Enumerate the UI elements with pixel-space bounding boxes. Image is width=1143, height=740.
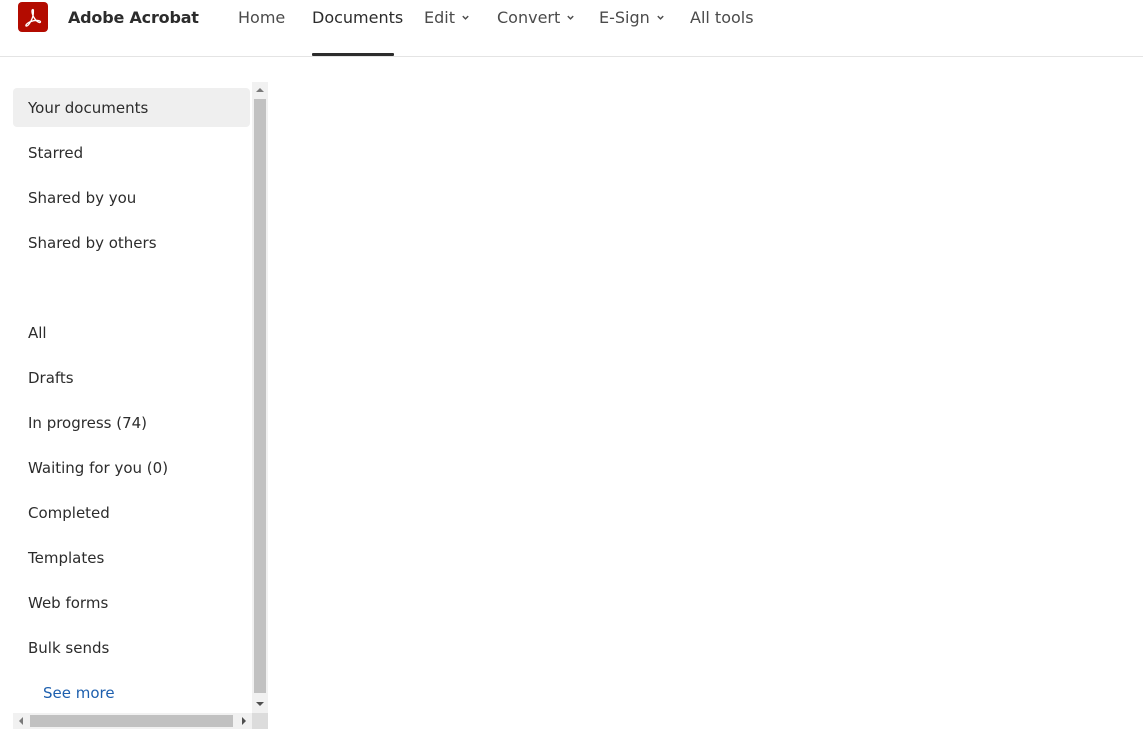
chevron-down-icon [657, 15, 664, 20]
nav-esign-label: E-Sign [599, 8, 650, 27]
active-tab-indicator [312, 53, 394, 56]
sidebar-item-web-forms[interactable]: Web forms [13, 583, 250, 622]
sidebar-item-label: Starred [28, 143, 84, 162]
sidebar-item-waiting-for-you[interactable]: Waiting for you (0) [13, 448, 250, 487]
sidebar-horizontal-scrollbar[interactable] [13, 713, 252, 729]
nav-edit[interactable]: Edit [424, 8, 470, 27]
nav-home[interactable]: Home [238, 8, 285, 27]
nav-convert[interactable]: Convert [497, 8, 575, 27]
sidebar-item-label: Waiting for you (0) [28, 458, 169, 477]
sidebar-item-label: In progress (74) [28, 413, 148, 432]
chevron-down-icon [462, 15, 469, 20]
scroll-down-arrow-icon[interactable] [252, 696, 268, 712]
scroll-up-arrow-icon[interactable] [252, 82, 268, 98]
scrollbar-corner [252, 713, 268, 729]
vertical-scroll-thumb[interactable] [254, 99, 266, 693]
sidebar-item-your-documents[interactable]: Your documents [13, 88, 250, 127]
sidebar-vertical-scrollbar[interactable] [252, 82, 268, 713]
sidebar-item-completed[interactable]: Completed [13, 493, 250, 532]
nav-documents[interactable]: Documents [312, 8, 403, 27]
sidebar-item-label: All [28, 323, 47, 342]
nav-esign[interactable]: E-Sign [599, 8, 665, 27]
chevron-down-icon [567, 15, 574, 20]
nav-all-tools-label: All tools [690, 8, 754, 27]
sidebar-item-all[interactable]: All [13, 313, 250, 352]
sidebar-item-label: Your documents [28, 98, 149, 117]
horizontal-scroll-thumb[interactable] [30, 715, 233, 727]
sidebar-item-bulk-sends[interactable]: Bulk sends [13, 628, 250, 667]
nav-documents-label: Documents [312, 8, 404, 27]
nav-edit-label: Edit [424, 8, 455, 27]
sidebar-item-label: Completed [28, 503, 110, 522]
sidebar-item-label: Shared by others [28, 233, 157, 252]
acrobat-swirl-icon [25, 8, 42, 27]
scroll-left-arrow-icon[interactable] [13, 713, 29, 729]
sidebar-item-starred[interactable]: Starred [13, 133, 250, 172]
sidebar-item-label: Web forms [28, 593, 109, 612]
sidebar-item-label: Shared by you [28, 188, 137, 207]
sidebar-item-in-progress[interactable]: In progress (74) [13, 403, 250, 442]
sidebar-panel: Your documents Starred Shared by you Sha… [13, 82, 268, 729]
sidebar-item-shared-by-you[interactable]: Shared by you [13, 178, 250, 217]
see-more-link[interactable]: See more [43, 684, 115, 702]
nav-all-tools[interactable]: All tools [690, 8, 754, 27]
sidebar-list: Your documents Starred Shared by you Sha… [13, 82, 252, 713]
acrobat-logo-icon[interactable] [18, 2, 48, 32]
nav-home-label: Home [238, 8, 286, 27]
sidebar-item-label: Bulk sends [28, 638, 110, 657]
sidebar-item-label: Drafts [28, 368, 74, 387]
nav-convert-label: Convert [497, 8, 561, 27]
app-name: Adobe Acrobat [68, 8, 199, 27]
top-navigation-bar: Adobe Acrobat Home Documents Edit Conver… [0, 0, 1143, 57]
sidebar-item-label: Templates [28, 548, 105, 567]
sidebar-item-shared-by-others[interactable]: Shared by others [13, 223, 250, 262]
sidebar-item-drafts[interactable]: Drafts [13, 358, 250, 397]
scroll-right-arrow-icon[interactable] [236, 713, 252, 729]
main-content-area [280, 58, 1140, 738]
sidebar-item-templates[interactable]: Templates [13, 538, 250, 577]
